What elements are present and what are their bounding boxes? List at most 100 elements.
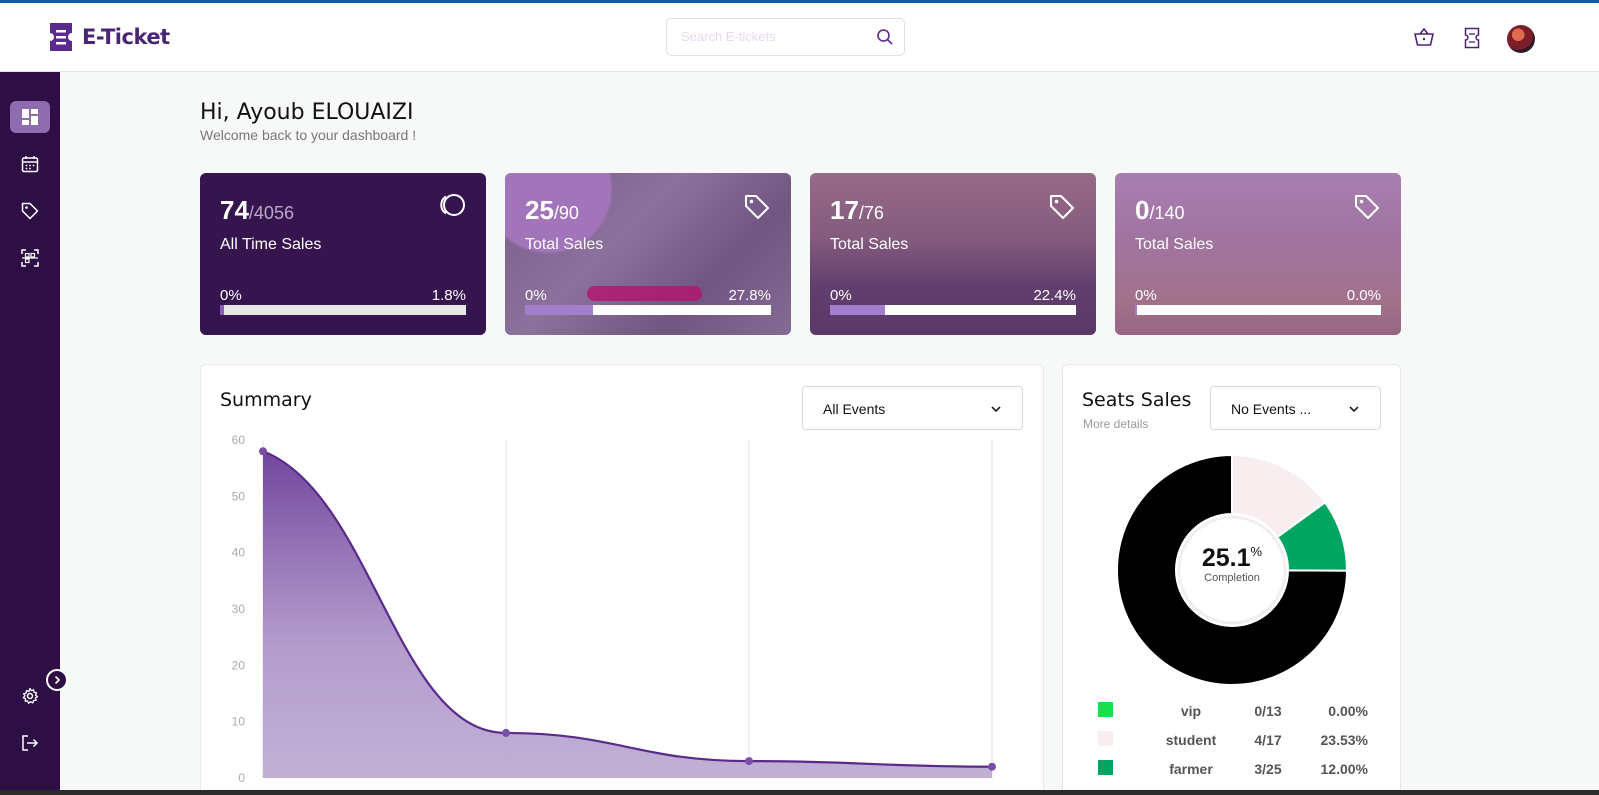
data-point[interactable]	[259, 447, 267, 456]
tag-icon	[21, 202, 39, 220]
logo[interactable]: E-Ticket	[48, 21, 170, 53]
sidebar-item-scanner[interactable]	[10, 242, 50, 274]
progress-fill	[220, 305, 225, 315]
progress-bar	[525, 305, 771, 315]
gear-icon	[22, 687, 39, 704]
legend-swatch	[1098, 731, 1113, 746]
seats-event-select[interactable]: No Events ...	[1210, 386, 1381, 430]
series-area	[263, 451, 992, 778]
progress-max: 1.8%	[431, 287, 466, 304]
sidebar-item-tags[interactable]	[10, 195, 50, 227]
tag-icon	[1050, 195, 1074, 219]
progress-fill	[525, 305, 594, 315]
sidebar-item-logout[interactable]	[10, 727, 50, 759]
coins-icon	[440, 194, 465, 216]
data-point[interactable]	[745, 757, 753, 766]
card-sold-count: 25/90	[525, 195, 579, 225]
poster-date-ribbon	[587, 286, 702, 301]
completion-unit: %	[1250, 544, 1263, 559]
progress-min: 0%	[220, 287, 242, 304]
legend-swatch	[1098, 760, 1113, 775]
progress-min: 0%	[830, 287, 852, 304]
progress-bar	[830, 305, 1076, 315]
completion-readout: 25.1% Completion	[1172, 544, 1292, 584]
tag-icon	[1355, 195, 1379, 219]
card-label: All Time Sales	[220, 236, 322, 253]
seats-title: Seats Sales	[1082, 389, 1192, 411]
card-label: Total Sales	[830, 236, 909, 253]
card-label: Total Sales	[1135, 236, 1214, 253]
progress-max: 22.4%	[1033, 287, 1076, 304]
y-tick-label: 60	[232, 433, 246, 447]
sidebar-item-settings[interactable]	[10, 680, 50, 712]
progress-bar	[1135, 305, 1381, 315]
progress-min: 0%	[525, 287, 547, 304]
basket-icon[interactable]	[1413, 27, 1435, 47]
summary-select-value: All Events	[823, 401, 886, 417]
ticket-logo-icon	[50, 23, 72, 51]
legend-row-student: student 4/17 23.53%	[1098, 731, 1368, 751]
legend-count: 4/17	[1254, 732, 1282, 748]
stat-card-event-2[interactable]: 17/76 Total Sales 0% 22.4%	[810, 173, 1096, 335]
card-sold-count: 74/4056	[220, 195, 294, 225]
card-total-count: /90	[553, 203, 579, 223]
completion-value: 25.1	[1201, 544, 1251, 572]
progress-bar	[220, 305, 466, 315]
welcome-text: Welcome back to your dashboard !	[200, 127, 417, 143]
card-total-count: /76	[858, 203, 884, 223]
legend-percent: 0.00%	[1328, 703, 1368, 719]
progress-max: 27.8%	[728, 287, 771, 304]
completion-label: Completion	[1204, 572, 1260, 584]
search-input[interactable]	[681, 29, 861, 44]
seats-select-value: No Events ...	[1231, 401, 1312, 417]
stat-card-event-3[interactable]: 0/140 Total Sales 0% 0.0%	[1115, 173, 1401, 335]
summary-title: Summary	[220, 389, 312, 411]
window-bottom-edge	[0, 790, 1599, 795]
stat-card-event-1[interactable]: 25/90 Total Sales 0% 27.8%	[505, 173, 791, 335]
tag-icon	[745, 195, 769, 219]
legend-percent: 12.00%	[1320, 761, 1368, 777]
sidebar-expand-button[interactable]	[46, 669, 68, 691]
legend-swatch	[1098, 702, 1113, 717]
chevron-down-icon	[1349, 406, 1359, 413]
summary-area-chart: 0 10 20 30 40 50 60	[232, 433, 996, 785]
y-tick-label: 0	[238, 771, 245, 785]
greeting-heading: Hi, Ayoub ELOUAIZI	[200, 100, 414, 125]
data-point[interactable]	[988, 762, 996, 771]
seats-more-details-link[interactable]: More details	[1083, 417, 1148, 431]
legend-count: 0/13	[1254, 703, 1282, 719]
top-bar: E-Ticket	[0, 3, 1599, 72]
data-point[interactable]	[502, 728, 510, 737]
card-sold-count: 17/76	[830, 195, 884, 225]
qr-scan-icon	[21, 249, 39, 267]
legend-name: vip	[1180, 703, 1202, 719]
card-total-count: /4056	[248, 203, 294, 223]
tickets-icon[interactable]	[1464, 27, 1480, 49]
progress-fill	[830, 305, 886, 315]
legend-row-farmer: farmer 3/25 12.00%	[1098, 760, 1368, 780]
progress-min: 0%	[1135, 287, 1157, 304]
card-total-count: /140	[1149, 203, 1185, 223]
legend-name: farmer	[1169, 761, 1213, 777]
y-tick-label: 10	[232, 715, 246, 729]
logout-icon	[22, 735, 39, 751]
y-tick-label: 20	[232, 658, 246, 672]
chevron-down-icon	[991, 406, 1001, 413]
progress-fill	[1135, 305, 1137, 315]
search-icon[interactable]	[876, 28, 894, 46]
legend-percent: 23.53%	[1320, 732, 1368, 748]
y-tick-label: 40	[232, 546, 246, 560]
summary-event-select[interactable]: All Events	[802, 386, 1023, 430]
legend-name: student	[1165, 732, 1217, 748]
avatar[interactable]	[1507, 25, 1535, 53]
legend-row-vip: vip 0/13 0.00%	[1098, 702, 1368, 722]
calendar-icon	[21, 156, 39, 173]
chevron-right-icon	[54, 675, 61, 685]
y-tick-label: 50	[232, 489, 246, 503]
search-box	[666, 18, 905, 56]
progress-max: 0.0%	[1346, 287, 1381, 304]
stat-card-all-time[interactable]: 74/4056 All Time Sales 0% 1.8%	[200, 173, 486, 335]
card-label: Total Sales	[525, 236, 604, 253]
sidebar-item-calendar[interactable]	[10, 148, 50, 180]
sidebar-item-dashboard[interactable]	[10, 101, 50, 133]
